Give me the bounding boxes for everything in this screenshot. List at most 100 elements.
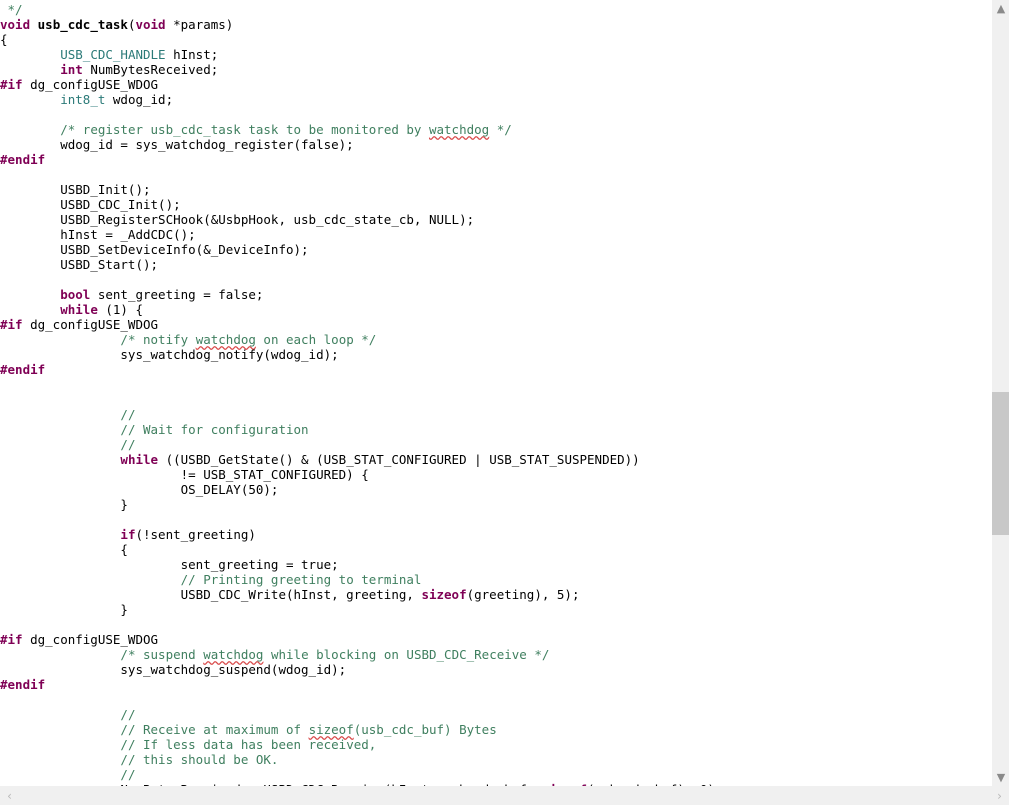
vertical-scrollbar-thumb[interactable]	[992, 392, 1009, 535]
code-line: #endif	[0, 152, 722, 167]
code-token	[0, 2, 8, 17]
code-line: if(!sent_greeting)	[0, 527, 722, 542]
code-token: int	[60, 62, 83, 77]
code-line	[0, 272, 722, 287]
code-token: #if	[0, 632, 23, 647]
code-token	[0, 47, 60, 62]
code-token: bool	[60, 287, 90, 302]
code-token	[0, 437, 120, 452]
code-line: }	[0, 497, 722, 512]
code-line	[0, 167, 722, 182]
code-token: USBD_RegisterSCHook(&UsbpHook, usb_cdc_s…	[0, 212, 474, 227]
code-line	[0, 392, 722, 407]
code-token: #if	[0, 77, 23, 92]
code-token: // If less data has been received,	[120, 737, 376, 752]
code-line	[0, 692, 722, 707]
code-token: // Wait for configuration	[120, 422, 308, 437]
code-line: #if dg_configUSE_WDOG	[0, 77, 722, 92]
code-token: /* notify	[120, 332, 195, 347]
code-line: // Wait for configuration	[0, 422, 722, 437]
code-line: != USB_STAT_CONFIGURED) {	[0, 467, 722, 482]
code-line: void usb_cdc_task(void *params)	[0, 17, 722, 32]
code-line: /* suspend watchdog while blocking on US…	[0, 647, 722, 662]
code-token: watchdog	[196, 332, 256, 347]
code-token: sent_greeting = false;	[90, 287, 263, 302]
code-token: #endif	[0, 677, 45, 692]
code-token	[0, 527, 120, 542]
code-token: // Receive at maximum of	[120, 722, 308, 737]
code-line: USBD_Start();	[0, 257, 722, 272]
vertical-scrollbar[interactable]: ▲ ▼	[991, 0, 1009, 786]
code-token: /* register usb_cdc_task task to be moni…	[60, 122, 429, 137]
code-line: // this should be OK.	[0, 752, 722, 767]
code-token	[0, 722, 120, 737]
code-token: != USB_STAT_CONFIGURED) {	[0, 467, 369, 482]
code-line: #endif	[0, 677, 722, 692]
code-token: USBD_CDC_Write(hInst, greeting,	[0, 587, 421, 602]
code-token: }	[0, 602, 128, 617]
code-line	[0, 107, 722, 122]
code-line	[0, 617, 722, 632]
code-token: //	[120, 437, 135, 452]
scroll-up-arrow-button[interactable]: ▲	[992, 0, 1009, 17]
code-line: USBD_SetDeviceInfo(&_DeviceInfo);	[0, 242, 722, 257]
scroll-left-arrow-button[interactable]: ‹	[0, 786, 19, 805]
code-token: if	[120, 527, 135, 542]
code-token: // this should be OK.	[120, 752, 278, 767]
code-token: // Printing greeting to terminal	[181, 572, 422, 587]
code-token	[0, 572, 181, 587]
code-token: OS_DELAY(50);	[0, 482, 278, 497]
code-line: //	[0, 707, 722, 722]
code-token: #if	[0, 317, 23, 332]
code-token: USBD_SetDeviceInfo(&_DeviceInfo);	[0, 242, 309, 257]
code-token	[0, 737, 120, 752]
code-token: sizeof	[309, 722, 354, 737]
code-token	[0, 332, 120, 347]
code-token: /* suspend	[120, 647, 203, 662]
code-line: /* register usb_cdc_task task to be moni…	[0, 122, 722, 137]
code-token: hInst = _AddCDC();	[0, 227, 196, 242]
code-token: watchdog	[203, 647, 263, 662]
code-token: void	[135, 17, 165, 32]
code-token: {	[0, 32, 8, 47]
code-token	[0, 647, 120, 662]
code-text-area[interactable]: */void usb_cdc_task(void *params){ USB_C…	[0, 0, 991, 786]
code-token	[0, 122, 60, 137]
code-token: while blocking on USBD_CDC_Receive */	[263, 647, 549, 662]
code-line: //	[0, 437, 722, 452]
code-line: sys_watchdog_suspend(wdog_id);	[0, 662, 722, 677]
code-token: usb_cdc_task	[38, 17, 128, 32]
scroll-right-arrow-button[interactable]: ›	[990, 786, 1009, 805]
code-token: dg_configUSE_WDOG	[23, 77, 158, 92]
code-token: (1) {	[98, 302, 143, 317]
code-token	[0, 767, 120, 782]
code-token	[0, 452, 120, 467]
code-lines-container: */void usb_cdc_task(void *params){ USB_C…	[0, 0, 722, 786]
code-token: USBD_CDC_Init();	[0, 197, 181, 212]
code-line: //	[0, 767, 722, 782]
code-line: */	[0, 2, 722, 17]
code-token: while	[60, 302, 98, 317]
code-token: }	[0, 497, 128, 512]
code-token	[0, 92, 60, 107]
code-token: sizeof	[421, 587, 466, 602]
code-token	[0, 62, 60, 77]
code-line: #if dg_configUSE_WDOG	[0, 317, 722, 332]
code-token: #endif	[0, 152, 45, 167]
code-token: USBD_Start();	[0, 257, 158, 272]
code-token: sent_greeting = true;	[0, 557, 339, 572]
code-line: // Receive at maximum of sizeof(usb_cdc_…	[0, 722, 722, 737]
code-token: //	[120, 407, 135, 422]
code-line: /* notify watchdog on each loop */	[0, 332, 722, 347]
code-token: (greeting), 5);	[467, 587, 580, 602]
code-line: {	[0, 32, 722, 47]
code-token: (usb_cdc_buf) Bytes	[354, 722, 497, 737]
horizontal-scrollbar[interactable]: ‹ ›	[0, 786, 1009, 805]
code-line: // If less data has been received,	[0, 737, 722, 752]
code-token: *params)	[166, 17, 234, 32]
code-line: while (1) {	[0, 302, 722, 317]
code-token: USBD_Init();	[0, 182, 151, 197]
scroll-down-arrow-button[interactable]: ▼	[992, 769, 1009, 786]
code-token: //	[120, 707, 135, 722]
chevron-up-icon: ▲	[997, 3, 1005, 14]
